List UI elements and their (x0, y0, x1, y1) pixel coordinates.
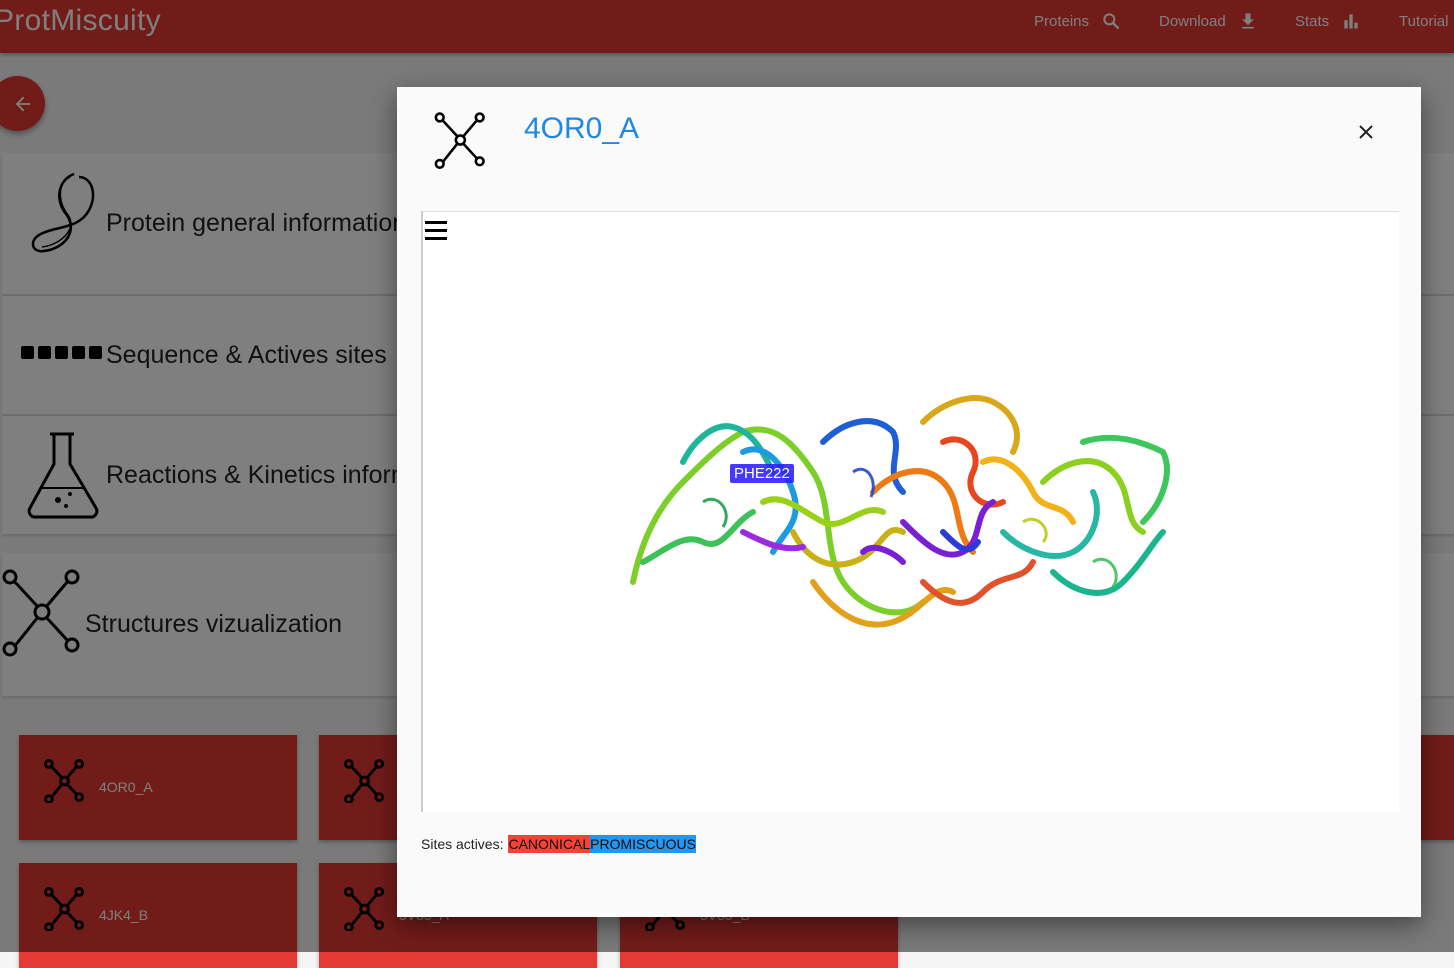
protein-structure-render[interactable] (623, 382, 1183, 652)
modal-title: 4OR0_A (524, 112, 640, 145)
viewer-menu-button[interactable] (425, 216, 447, 240)
legend-canonical: CANONICAL (508, 835, 591, 853)
legend-label: Sites actives: (421, 836, 504, 852)
active-sites-legend: Sites actives: CANONICAL PROMISCUOUS (421, 835, 696, 853)
structure-modal: 4OR0_A PHE222 Sites actives: CANONICAL P… (397, 87, 1421, 917)
legend-promiscuous: PROMISCUOUS (590, 835, 696, 853)
close-button[interactable] (1353, 119, 1379, 145)
structure-3d-viewer[interactable]: PHE222 (421, 211, 1399, 812)
close-icon (1359, 125, 1373, 139)
selected-residue-label: PHE222 (730, 464, 794, 483)
molecule-icon (434, 112, 485, 169)
